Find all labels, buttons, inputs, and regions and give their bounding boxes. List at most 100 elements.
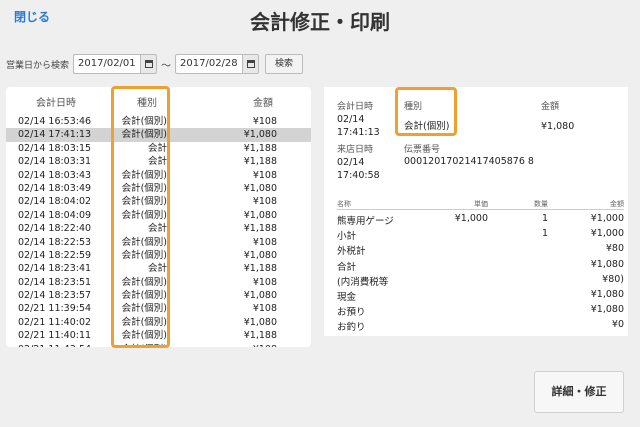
item-price: ¥1,000: [454, 213, 488, 224]
item-row: お釣り ¥0: [337, 319, 624, 333]
item-total: ¥1,080: [590, 258, 624, 270]
page-title: 会計修正・印刷: [250, 10, 390, 34]
table-row[interactable]: 02/14 18:22:53 会計(個別) ¥108: [6, 236, 311, 249]
table-row[interactable]: 02/14 18:03:43 会計(個別) ¥108: [6, 169, 311, 182]
row-type: 会計(個別): [121, 276, 167, 288]
item-row: 外税計 ¥80: [337, 243, 624, 257]
item-name: 熊専用ゲージ: [337, 216, 394, 227]
list-body: 02/14 16:53:46 会計(個別) ¥108 02/14 17:41:13 会計…: [6, 115, 311, 347]
table-row[interactable]: 02/14 18:03:15 会計 ¥1,188: [6, 142, 311, 155]
detail-visit-label: 来店日時: [337, 145, 374, 155]
row-datetime: 02/21 11:40:02: [18, 316, 92, 328]
table-row[interactable]: 02/14 18:23:51 会計(個別) ¥108: [6, 276, 311, 289]
row-amount: ¥1,080: [243, 129, 277, 141]
row-datetime: 02/14 18:03:15: [18, 142, 92, 154]
row-datetime: 02/14 18:03:49: [18, 182, 92, 194]
row-type: 会計(個別): [121, 116, 167, 127]
item-total: ¥1,080: [590, 289, 624, 300]
table-row[interactable]: 02/14 18:03:31 会計 ¥1,188: [6, 155, 311, 168]
row-amount: ¥1,188: [243, 263, 277, 275]
table-row[interactable]: 02/14 18:04:02 会計(個別) ¥108: [6, 195, 311, 208]
header-bar: 閉じる 会計修正・印刷: [0, 0, 640, 40]
table-row[interactable]: 02/21 11:39:54 会計(個別) ¥108: [6, 302, 311, 315]
row-datetime: 02/14 18:22:53: [18, 236, 92, 248]
date-to-calendar-button[interactable]: [243, 54, 260, 74]
list-header: 会計日時 種別 金額: [6, 87, 311, 113]
row-amount: ¥108: [252, 169, 277, 181]
items-column-total: 金額: [610, 200, 624, 208]
date-from-input[interactable]: 2017/02/01: [73, 54, 142, 74]
item-total: ¥80): [602, 273, 624, 285]
detail-datetime-label: 会計日時: [337, 102, 374, 112]
row-datetime: 02/14 18:04:02: [18, 196, 92, 208]
row-datetime: 02/21 11:39:54: [18, 303, 92, 315]
search-button[interactable]: 検索: [265, 54, 304, 74]
item-name: 合計: [337, 261, 357, 273]
detail-edit-button[interactable]: 詳細・修正: [534, 371, 624, 413]
row-type: 会計: [147, 156, 167, 168]
item-qty: 1: [541, 228, 548, 240]
row-type: 会計(個別): [121, 249, 167, 261]
row-datetime: 02/14 18:03:43: [18, 169, 92, 181]
row-amount: ¥108: [252, 303, 277, 315]
detail-slip-value: 00012017021417405876 8: [404, 156, 534, 167]
item-row: 小計 1 ¥1,000: [337, 228, 624, 242]
detail-type-value: 会計(個別): [404, 121, 450, 132]
filter-label: 営業日から検索: [6, 60, 70, 71]
row-type: 会計: [147, 142, 167, 154]
row-type: 会計(個別): [121, 129, 167, 141]
items-divider: [337, 209, 624, 210]
row-amount: ¥108: [252, 276, 277, 288]
row-datetime: 02/14 17:41:13: [18, 129, 92, 141]
row-amount: ¥1,080: [243, 209, 277, 221]
item-row: お預り ¥1,080: [337, 304, 624, 318]
detail-visit-date: 02/14: [337, 157, 365, 168]
table-row[interactable]: 02/14 16:53:46 会計(個別) ¥108: [6, 115, 311, 128]
row-type: 会計(個別): [121, 316, 167, 328]
table-row[interactable]: 02/14 18:22:40 会計 ¥1,188: [6, 222, 311, 235]
table-row[interactable]: 02/21 11:40:02 会計(個別) ¥1,080: [6, 316, 311, 329]
row-amount: ¥1,080: [243, 290, 277, 302]
item-row: (内消費税等 ¥80): [337, 274, 624, 288]
row-amount: ¥108: [252, 116, 277, 127]
detail-amount-value: ¥1,080: [541, 121, 575, 132]
table-row[interactable]: 02/14 17:41:13 会計(個別) ¥1,080: [6, 128, 311, 142]
row-amount: ¥1,080: [243, 182, 277, 194]
table-row[interactable]: 02/14 18:03:49 会計(個別) ¥1,080: [6, 182, 311, 195]
table-row[interactable]: 02/21 11:43:54 会計(個別) ¥108: [6, 343, 311, 347]
date-to-input[interactable]: 2017/02/28: [175, 54, 244, 74]
item-name: 小計: [337, 231, 357, 243]
item-name: お釣り: [337, 322, 366, 334]
table-row[interactable]: 02/14 18:23:41 会計 ¥1,188: [6, 262, 311, 275]
items-column-qty: 数量: [534, 200, 548, 208]
row-amount: ¥108: [252, 196, 277, 208]
row-amount: ¥1,080: [243, 249, 277, 261]
row-datetime: 02/14 18:22:59: [18, 249, 92, 261]
row-type: 会計(個別): [121, 290, 167, 302]
detail-slip-label: 伝票番号: [404, 145, 441, 155]
item-total: ¥1,000: [590, 228, 624, 240]
column-header-amount: 金額: [253, 98, 273, 109]
transaction-list[interactable]: 会計日時 種別 金額 02/14 16:53:46 会計(個別) ¥108 02/14…: [6, 87, 311, 347]
row-datetime: 02/14 18:22:40: [18, 223, 92, 235]
row-datetime: 02/14 18:04:09: [18, 209, 92, 221]
table-row[interactable]: 02/14 18:23:57 会計(個別) ¥1,080: [6, 289, 311, 302]
row-type: 会計(個別): [121, 236, 167, 248]
row-type: 会計(個別): [121, 209, 167, 221]
row-amount: ¥108: [253, 343, 277, 347]
table-row[interactable]: 02/14 18:04:09 会計(個別) ¥1,080: [6, 209, 311, 222]
row-type: 会計(個別): [122, 343, 167, 347]
row-datetime: 02/14 18:23:41: [18, 263, 92, 275]
item-name: お預り: [337, 307, 366, 319]
row-amount: ¥1,188: [243, 156, 277, 168]
item-name: 現金: [337, 292, 357, 303]
item-total: ¥1,080: [590, 304, 624, 316]
table-row[interactable]: 02/14 18:22:59 会計(個別) ¥1,080: [6, 249, 311, 262]
date-from-calendar-button[interactable]: [141, 54, 158, 74]
items-header: 名称 単価 数量 金額: [337, 199, 624, 209]
row-amount: ¥1,188: [243, 330, 277, 342]
table-row[interactable]: 02/21 11:40:11 会計(個別) ¥1,188: [6, 329, 311, 342]
row-datetime: 02/14 16:53:46: [18, 116, 92, 127]
column-header-datetime: 会計日時: [36, 98, 76, 109]
row-type: 会計(個別): [121, 303, 167, 315]
